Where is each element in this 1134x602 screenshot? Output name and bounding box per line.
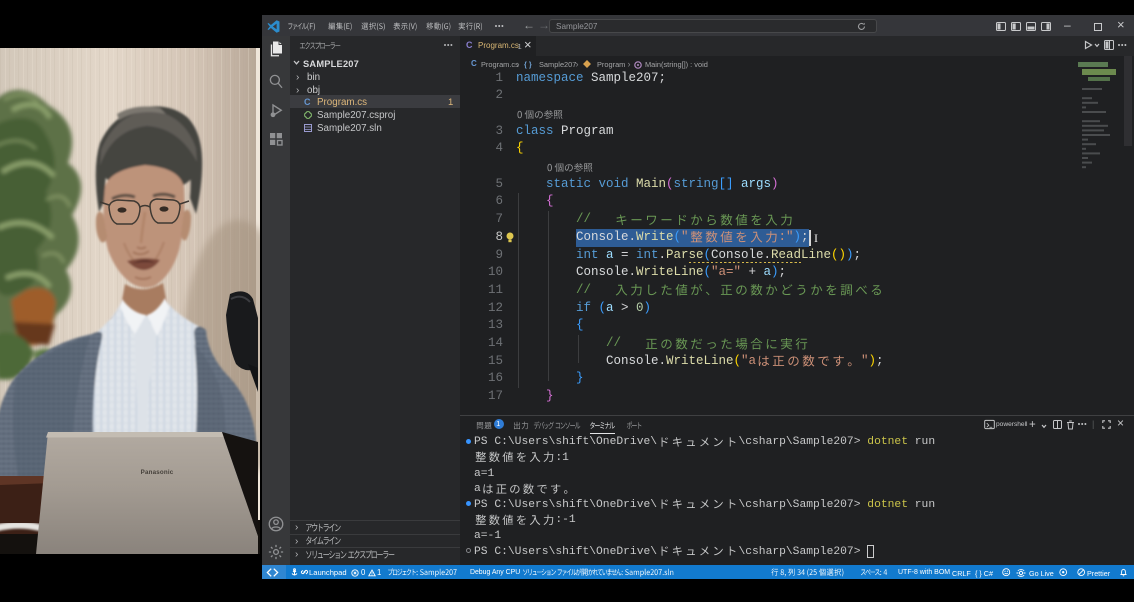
svg-text:Panasonic: Panasonic	[141, 469, 174, 476]
